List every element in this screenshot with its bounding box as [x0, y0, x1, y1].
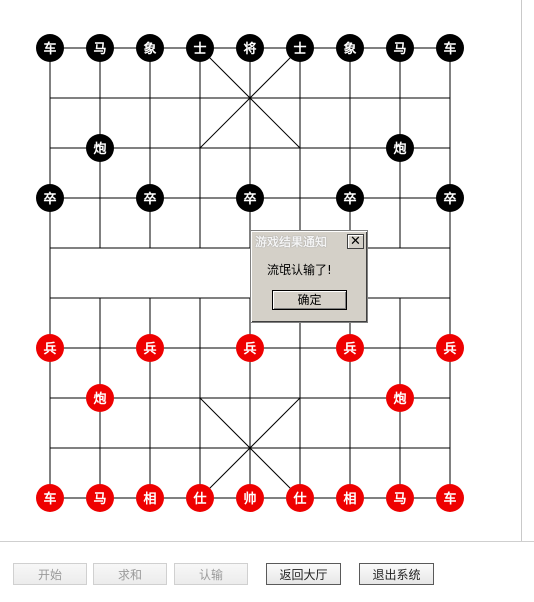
piece-label: 相 — [343, 491, 356, 507]
red-piece[interactable]: 车 — [436, 484, 464, 512]
game-window: 车马象士将士象马车炮炮卒卒卒卒卒兵兵兵兵兵炮炮车马相仕帅仕相马车 游戏结果通知 … — [0, 0, 534, 602]
piece-label: 车 — [43, 41, 56, 57]
black-piece[interactable]: 卒 — [236, 184, 264, 212]
piece-label: 士 — [193, 41, 206, 57]
exit-system-button[interactable]: 退出系统 — [359, 563, 434, 585]
piece-label: 炮 — [393, 141, 406, 157]
piece-label: 炮 — [93, 391, 106, 407]
draw-button[interactable]: 求和 — [93, 563, 167, 585]
piece-label: 兵 — [143, 341, 156, 357]
red-piece[interactable]: 炮 — [86, 384, 114, 412]
black-piece[interactable]: 炮 — [86, 134, 114, 162]
red-piece[interactable]: 兵 — [236, 334, 264, 362]
red-piece[interactable]: 马 — [86, 484, 114, 512]
black-piece[interactable]: 车 — [36, 34, 64, 62]
bottom-toolbar: 开始 求和 认输 返回大厅 退出系统 — [0, 541, 534, 602]
red-piece[interactable]: 马 — [386, 484, 414, 512]
piece-label: 兵 — [43, 341, 56, 357]
red-piece[interactable]: 车 — [36, 484, 64, 512]
black-piece[interactable]: 象 — [336, 34, 364, 62]
piece-label: 兵 — [243, 341, 256, 357]
red-piece[interactable]: 帅 — [236, 484, 264, 512]
red-piece[interactable]: 相 — [336, 484, 364, 512]
piece-label: 将 — [243, 41, 256, 57]
piece-label: 马 — [93, 42, 106, 57]
game-result-dialog: 游戏结果通知 ✕ 流氓认输了! 确定 — [250, 230, 368, 323]
black-piece[interactable]: 卒 — [136, 184, 164, 212]
black-piece[interactable]: 卒 — [336, 184, 364, 212]
red-piece[interactable]: 兵 — [136, 334, 164, 362]
piece-label: 车 — [443, 491, 456, 507]
piece-label: 兵 — [343, 341, 356, 357]
piece-label: 车 — [443, 41, 456, 57]
piece-label: 相 — [143, 491, 156, 507]
piece-label: 仕 — [292, 491, 306, 507]
piece-label: 卒 — [343, 191, 356, 207]
red-piece[interactable]: 炮 — [386, 384, 414, 412]
piece-label: 炮 — [93, 141, 106, 157]
piece-label: 卒 — [443, 191, 456, 207]
black-piece[interactable]: 士 — [286, 34, 314, 62]
piece-label: 车 — [43, 491, 56, 507]
black-piece[interactable]: 马 — [86, 34, 114, 62]
piece-label: 卒 — [43, 191, 56, 207]
dialog-close-button[interactable]: ✕ — [347, 234, 364, 249]
start-button[interactable]: 开始 — [13, 563, 87, 585]
piece-label: 马 — [393, 492, 406, 507]
red-piece[interactable]: 兵 — [36, 334, 64, 362]
piece-label: 炮 — [393, 391, 406, 407]
piece-label: 卒 — [143, 191, 156, 207]
piece-label: 兵 — [443, 341, 456, 357]
red-piece[interactable]: 兵 — [336, 334, 364, 362]
piece-label: 卒 — [243, 191, 256, 207]
black-piece[interactable]: 将 — [236, 34, 264, 62]
black-piece[interactable]: 卒 — [36, 184, 64, 212]
return-lobby-button[interactable]: 返回大厅 — [266, 563, 341, 585]
red-piece[interactable]: 仕 — [186, 484, 214, 512]
red-piece[interactable]: 相 — [136, 484, 164, 512]
resign-button[interactable]: 认输 — [174, 563, 248, 585]
piece-label: 马 — [93, 492, 106, 507]
black-piece[interactable]: 卒 — [436, 184, 464, 212]
black-piece[interactable]: 炮 — [386, 134, 414, 162]
black-piece[interactable]: 象 — [136, 34, 164, 62]
red-piece[interactable]: 仕 — [286, 484, 314, 512]
piece-label: 象 — [343, 41, 356, 57]
black-piece[interactable]: 马 — [386, 34, 414, 62]
piece-label: 象 — [143, 41, 156, 57]
close-icon: ✕ — [350, 234, 361, 249]
piece-label: 士 — [293, 41, 306, 57]
black-piece[interactable]: 车 — [436, 34, 464, 62]
dialog-title-text: 游戏结果通知 — [255, 235, 328, 249]
piece-label: 马 — [393, 42, 406, 57]
dialog-message: 流氓认输了! — [267, 263, 332, 277]
dialog-ok-button[interactable]: 确定 — [272, 290, 347, 310]
piece-label: 仕 — [192, 491, 206, 507]
red-piece[interactable]: 兵 — [436, 334, 464, 362]
black-piece[interactable]: 士 — [186, 34, 214, 62]
panel-divider — [521, 0, 522, 541]
piece-label: 帅 — [243, 491, 256, 507]
